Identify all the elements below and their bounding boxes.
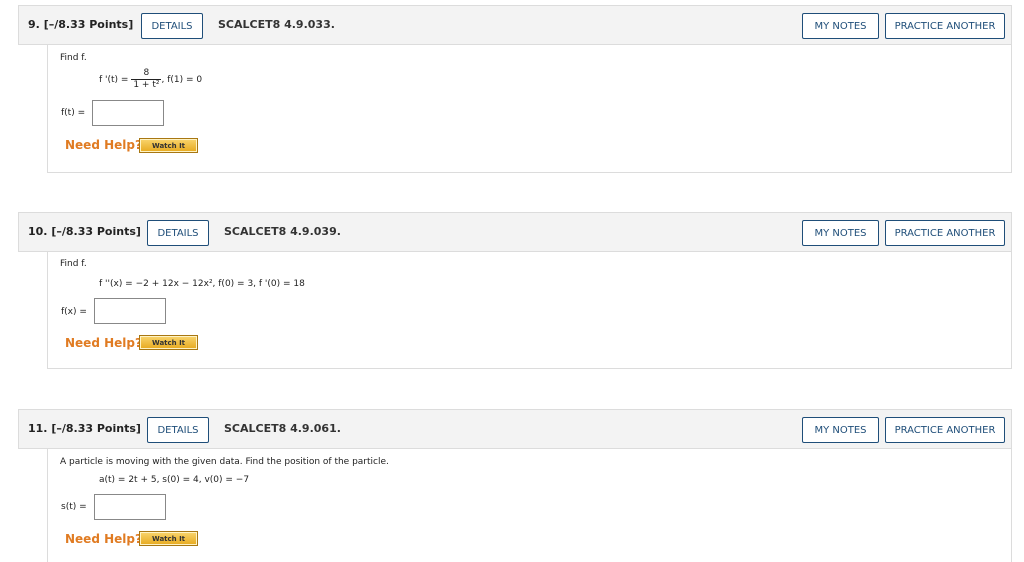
details-button[interactable]: DETAILS — [147, 417, 209, 443]
answer-label: f(t) = — [61, 108, 86, 118]
question-9-header: 9. [–/8.33 Points] DETAILS SCALCET8 4.9.… — [18, 5, 1012, 45]
practice-another-button[interactable]: PRACTICE ANOTHER — [885, 417, 1005, 443]
question-10-points: 10. [–/8.33 Points] — [28, 225, 141, 238]
problem-code: SCALCET8 4.9.061. — [224, 422, 341, 435]
answer-label: s(t) = — [61, 502, 87, 512]
answer-input[interactable] — [94, 494, 166, 520]
given-equation: f ''(x) = −2 + 12x − 12x², f(0) = 3, f '… — [99, 279, 305, 289]
watch-it-button[interactable]: Watch It — [139, 335, 198, 350]
my-notes-button[interactable]: MY NOTES — [802, 220, 879, 246]
question-9-body: Find f. f '(t) = 8 1 + t² , f(1) = 0 f(t… — [47, 45, 1012, 173]
question-11-body: A particle is moving with the given data… — [47, 449, 1012, 562]
answer-label: f(x) = — [61, 307, 87, 317]
question-11-points: 11. [–/8.33 Points] — [28, 422, 141, 435]
given-equation: f '(t) = 8 1 + t² , f(1) = 0 — [99, 68, 203, 90]
question-10-header: 10. [–/8.33 Points] DETAILS SCALCET8 4.9… — [18, 212, 1012, 252]
my-notes-button[interactable]: MY NOTES — [802, 13, 879, 39]
need-help-label: Need Help? — [65, 138, 142, 152]
my-notes-button[interactable]: MY NOTES — [802, 417, 879, 443]
details-button[interactable]: DETAILS — [141, 13, 203, 39]
problem-code: SCALCET8 4.9.033. — [218, 18, 335, 31]
practice-another-button[interactable]: PRACTICE ANOTHER — [885, 13, 1005, 39]
details-button[interactable]: DETAILS — [147, 220, 209, 246]
given-equation: a(t) = 2t + 5, s(0) = 4, v(0) = −7 — [99, 475, 250, 485]
question-prompt: Find f. — [60, 53, 87, 63]
question-10-body: Find f. f ''(x) = −2 + 12x − 12x², f(0) … — [47, 252, 1012, 369]
question-9-points: 9. [–/8.33 Points] — [28, 18, 134, 31]
answer-input[interactable] — [94, 298, 166, 324]
watch-it-button[interactable]: Watch It — [139, 138, 198, 153]
need-help-label: Need Help? — [65, 532, 142, 546]
problem-code: SCALCET8 4.9.039. — [224, 225, 341, 238]
fraction: 8 1 + t² — [131, 68, 162, 90]
need-help-label: Need Help? — [65, 336, 142, 350]
answer-input[interactable] — [92, 100, 164, 126]
question-11-header: 11. [–/8.33 Points] DETAILS SCALCET8 4.9… — [18, 409, 1012, 449]
question-prompt: Find f. — [60, 259, 87, 269]
question-prompt: A particle is moving with the given data… — [60, 457, 389, 467]
practice-another-button[interactable]: PRACTICE ANOTHER — [885, 220, 1005, 246]
watch-it-button[interactable]: Watch It — [139, 531, 198, 546]
